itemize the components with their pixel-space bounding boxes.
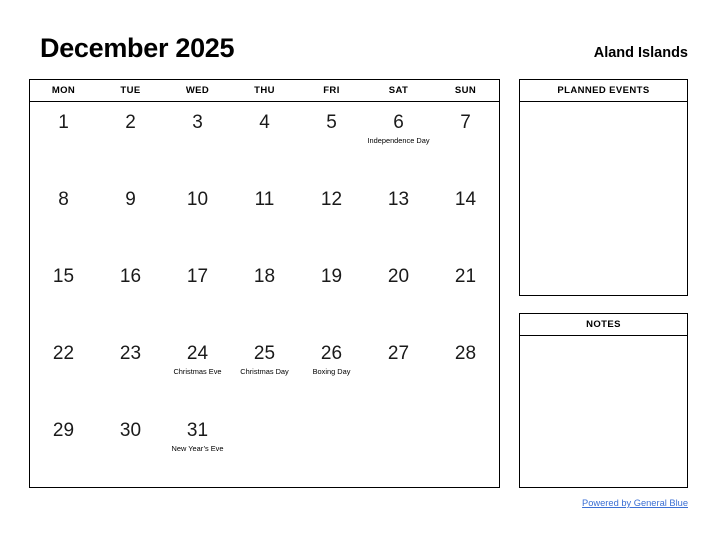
day-number: 22 bbox=[52, 343, 75, 364]
day-cell-27[interactable]: 27 bbox=[365, 333, 432, 410]
day-number: 20 bbox=[387, 266, 410, 287]
day-number: 19 bbox=[320, 266, 343, 287]
day-number: 4 bbox=[259, 112, 270, 133]
day-event-label: Christmas Day bbox=[240, 367, 289, 376]
calendar-page: December 2025 Aland Islands MON TUE WED THU… bbox=[0, 0, 712, 550]
page-title: December 2025 bbox=[40, 33, 235, 63]
day-cell-20[interactable]: 20 bbox=[365, 256, 432, 333]
calendar-grid: MON TUE WED THU FRI SAT SUN 1 2 3 4 5 6 Independence… bbox=[29, 79, 500, 488]
country-label: Aland Islands bbox=[593, 45, 688, 61]
day-cell-29[interactable]: 29 bbox=[30, 410, 97, 487]
day-number: 5 bbox=[326, 112, 337, 133]
day-number: 29 bbox=[52, 420, 75, 441]
day-number: 28 bbox=[454, 343, 477, 364]
day-cell-13[interactable]: 13 bbox=[365, 179, 432, 256]
calendar-week-row: 15 16 17 18 19 20 21 bbox=[30, 256, 499, 333]
day-number: 31 bbox=[186, 420, 209, 441]
day-number: 23 bbox=[119, 343, 142, 364]
day-cell-19[interactable]: 19 bbox=[298, 256, 365, 333]
notes-title: NOTES bbox=[520, 314, 687, 336]
day-number: 9 bbox=[125, 189, 136, 210]
day-number: 18 bbox=[253, 266, 276, 287]
day-cell-6[interactable]: 6 Independence Day bbox=[365, 102, 432, 179]
day-cell-10[interactable]: 10 bbox=[164, 179, 231, 256]
day-cell-empty bbox=[298, 410, 365, 487]
day-cell-2[interactable]: 2 bbox=[97, 102, 164, 179]
weekday-header-tue: TUE bbox=[120, 85, 141, 96]
weekday-header-sat: SAT bbox=[388, 85, 409, 96]
weekday-header-row: MON TUE WED THU FRI SAT SUN bbox=[30, 80, 499, 102]
day-cell-4[interactable]: 4 bbox=[231, 102, 298, 179]
calendar-week-row: 8 9 10 11 12 13 14 bbox=[30, 179, 499, 256]
weekday-header-fri: FRI bbox=[323, 85, 340, 96]
day-cell-15[interactable]: 15 bbox=[30, 256, 97, 333]
day-event-label: Independence Day bbox=[367, 136, 430, 145]
day-number: 6 bbox=[393, 112, 404, 133]
day-cell-5[interactable]: 5 bbox=[298, 102, 365, 179]
day-number: 2 bbox=[125, 112, 136, 133]
day-cell-12[interactable]: 12 bbox=[298, 179, 365, 256]
day-number: 14 bbox=[454, 189, 477, 210]
day-cell-14[interactable]: 14 bbox=[432, 179, 499, 256]
day-number: 24 bbox=[186, 343, 209, 364]
day-cell-23[interactable]: 23 bbox=[97, 333, 164, 410]
day-cell-26[interactable]: 26 Boxing Day bbox=[298, 333, 365, 410]
calendar-week-row: 1 2 3 4 5 6 Independence Day 7 bbox=[30, 102, 499, 179]
day-cell-1[interactable]: 1 bbox=[30, 102, 97, 179]
day-number: 16 bbox=[119, 266, 142, 287]
day-cell-18[interactable]: 18 bbox=[231, 256, 298, 333]
day-cell-22[interactable]: 22 bbox=[30, 333, 97, 410]
day-cell-7[interactable]: 7 bbox=[432, 102, 499, 179]
day-cell-25[interactable]: 25 Christmas Day bbox=[231, 333, 298, 410]
planned-events-title: PLANNED EVENTS bbox=[520, 80, 687, 102]
powered-by-link[interactable]: Powered by General Blue bbox=[582, 498, 688, 508]
day-cell-9[interactable]: 9 bbox=[97, 179, 164, 256]
day-number: 12 bbox=[320, 189, 343, 210]
day-number: 21 bbox=[454, 266, 477, 287]
day-number: 11 bbox=[254, 189, 275, 210]
day-number: 27 bbox=[387, 343, 410, 364]
planned-events-panel: PLANNED EVENTS bbox=[519, 79, 688, 296]
day-cell-21[interactable]: 21 bbox=[432, 256, 499, 333]
day-number: 25 bbox=[253, 343, 276, 364]
day-cell-17[interactable]: 17 bbox=[164, 256, 231, 333]
weekday-header-mon: MON bbox=[51, 85, 76, 96]
day-number: 13 bbox=[387, 189, 410, 210]
day-number: 30 bbox=[119, 420, 142, 441]
notes-panel: NOTES bbox=[519, 313, 688, 488]
day-cell-16[interactable]: 16 bbox=[97, 256, 164, 333]
day-cell-30[interactable]: 30 bbox=[97, 410, 164, 487]
day-number: 7 bbox=[460, 112, 471, 133]
day-number: 3 bbox=[192, 112, 203, 133]
calendar-weeks: 1 2 3 4 5 6 Independence Day 7 8 9 10 11 12 13 14 15 16 1… bbox=[30, 102, 499, 487]
planned-events-body[interactable] bbox=[520, 102, 687, 295]
weekday-header-thu: THU bbox=[254, 85, 275, 96]
day-number: 10 bbox=[186, 189, 209, 210]
day-event-label: Boxing Day bbox=[312, 367, 351, 376]
calendar-week-row: 29 30 31 New Year’s Eve bbox=[30, 410, 499, 487]
day-event-label: New Year’s Eve bbox=[171, 444, 224, 453]
notes-body[interactable] bbox=[520, 336, 687, 487]
day-cell-11[interactable]: 11 bbox=[231, 179, 298, 256]
day-cell-31[interactable]: 31 New Year’s Eve bbox=[164, 410, 231, 487]
day-number: 8 bbox=[58, 189, 69, 210]
day-number: 17 bbox=[186, 266, 209, 287]
day-cell-28[interactable]: 28 bbox=[432, 333, 499, 410]
day-number: 26 bbox=[320, 343, 343, 364]
day-number: 15 bbox=[52, 266, 75, 287]
day-cell-empty bbox=[365, 410, 432, 487]
weekday-header-sun: SUN bbox=[454, 85, 477, 96]
calendar-week-row: 22 23 24 Christmas Eve 25 Christmas Day 26 Boxi… bbox=[30, 333, 499, 410]
day-cell-empty bbox=[231, 410, 298, 487]
day-cell-empty bbox=[432, 410, 499, 487]
day-event-label: Christmas Eve bbox=[173, 367, 222, 376]
day-cell-3[interactable]: 3 bbox=[164, 102, 231, 179]
day-cell-24[interactable]: 24 Christmas Eve bbox=[164, 333, 231, 410]
day-number: 1 bbox=[58, 112, 69, 133]
weekday-header-wed: WED bbox=[185, 85, 210, 96]
day-cell-8[interactable]: 8 bbox=[30, 179, 97, 256]
